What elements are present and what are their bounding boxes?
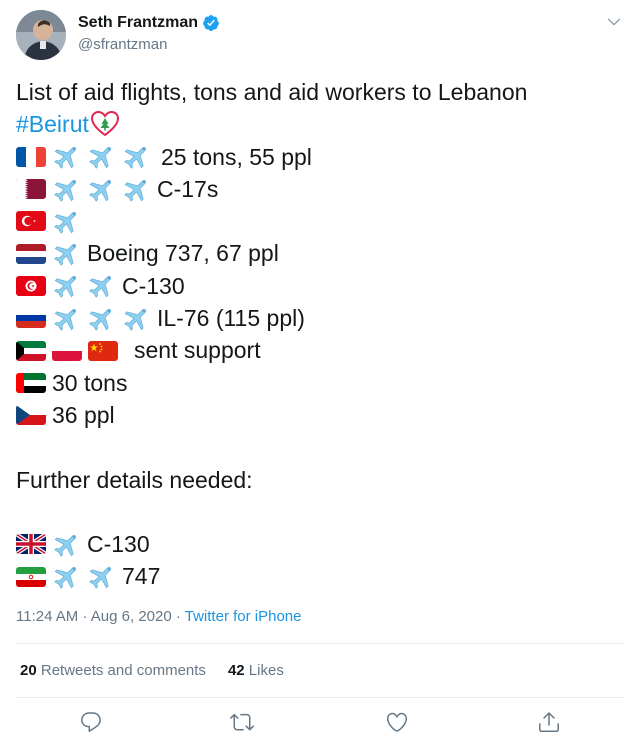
divider (16, 697, 624, 698)
airplane-icon (87, 562, 116, 591)
aid-row: IL-76 (115 ppl) (16, 302, 624, 334)
airplane-icon (122, 175, 151, 204)
flag-china-icon (88, 340, 118, 361)
flag-iran-icon (16, 566, 46, 587)
likes-label: Likes (248, 662, 284, 679)
airplane-icon (52, 207, 81, 236)
flag-russia-icon (16, 308, 46, 329)
chevron-down-icon[interactable] (606, 14, 622, 30)
flag-netherlands-icon (16, 243, 46, 264)
aid-row: 747 (16, 560, 624, 592)
retweets-stat[interactable]: 20 Retweets and comments (20, 662, 206, 679)
aid-row-text: 25 tons, 55 ppl (161, 143, 312, 170)
airplane-icon (122, 142, 151, 171)
flag-qatar-icon (16, 179, 46, 200)
aid-row: 30 tons (16, 367, 624, 399)
tweet-date[interactable]: Aug 6, 2020 (91, 608, 172, 625)
further-details-line: Further details needed: (16, 464, 624, 496)
tweet-source[interactable]: Twitter for iPhone (185, 608, 302, 625)
tweet-body: List of aid flights, tons and aid worker… (16, 76, 624, 593)
tweet-time[interactable]: 11:24 AM (16, 608, 78, 625)
like-icon[interactable] (385, 710, 409, 734)
aid-row (16, 205, 624, 237)
airplane-icon (52, 142, 81, 171)
flag-czechia-icon (16, 405, 46, 426)
flag-tunisia-icon (16, 275, 46, 296)
airplane-icon (87, 304, 116, 333)
aid-row-text: 747 (122, 563, 161, 590)
retweets-count: 20 (20, 662, 37, 679)
flag-kuwait-icon (16, 340, 46, 361)
tweet-meta: 11:24 AM · Aug 6, 2020 · Twitter for iPh… (16, 608, 301, 625)
aid-row: C-17s (16, 173, 624, 205)
hashtag-link[interactable]: #Beirut (16, 108, 89, 140)
airplane-icon (52, 530, 81, 559)
aid-row: C-130 (16, 270, 624, 302)
aid-row: C-130 (16, 528, 624, 560)
aid-row: sent support (16, 334, 624, 366)
flag-poland-icon (52, 340, 82, 361)
aid-row: 25 tons, 55 ppl (16, 141, 624, 173)
tweet-header: Seth Frantzman @sfrantzman (16, 10, 624, 62)
airplane-icon (87, 175, 116, 204)
likes-stat[interactable]: 42 Likes (228, 662, 284, 679)
aid-row-text: IL-76 (115 ppl) (157, 305, 305, 332)
verified-badge-icon (203, 15, 219, 31)
aid-row-text: 30 tons (52, 369, 128, 396)
meta-separator: · (82, 608, 88, 625)
aid-row-text: Boeing 737, 67 ppl (87, 240, 279, 267)
likes-count: 42 (227, 662, 245, 679)
author-handle[interactable]: @sfrantzman (78, 36, 167, 53)
tweet-intro: List of aid flights, tons and aid worker… (16, 79, 528, 105)
airplane-icon (52, 562, 81, 591)
reply-icon[interactable] (79, 710, 103, 734)
author-name[interactable]: Seth Frantzman (78, 14, 198, 32)
airplane-icon (52, 304, 81, 333)
airplane-icon (52, 271, 81, 300)
share-icon[interactable] (537, 710, 561, 734)
retweet-icon[interactable] (230, 710, 254, 734)
flag-france-icon (16, 146, 46, 167)
flag-uk-icon (16, 534, 46, 555)
aid-row-text: 36 ppl (52, 401, 115, 428)
airplane-icon (87, 271, 116, 300)
hashtag-line: #Beirut (16, 108, 624, 140)
aid-row-text: C-130 (122, 272, 185, 299)
aid-row: 36 ppl (16, 399, 624, 431)
aid-row-text: sent support (134, 337, 261, 364)
airplane-icon (87, 142, 116, 171)
avatar[interactable] (16, 10, 66, 60)
airplane-icon (52, 239, 81, 268)
flag-uae-icon (16, 372, 46, 393)
aid-row-text: C-17s (157, 175, 219, 202)
flag-turkey-icon (16, 211, 46, 232)
airplane-icon (122, 304, 151, 333)
further-details-text: Further details needed: (16, 466, 253, 493)
retweets-label: Retweets and comments (40, 662, 206, 679)
aid-row-text: C-130 (87, 531, 150, 558)
aid-row: Boeing 737, 67 ppl (16, 237, 624, 269)
tweet-intro-line: List of aid flights, tons and aid worker… (16, 76, 624, 108)
meta-separator: · (175, 608, 181, 625)
tweet-stats: 20 Retweets and comments 42 Likes (20, 662, 284, 679)
divider (16, 643, 624, 644)
lebanon-heart-icon (90, 111, 119, 137)
airplane-icon (52, 175, 81, 204)
tweet-actions (0, 710, 640, 738)
